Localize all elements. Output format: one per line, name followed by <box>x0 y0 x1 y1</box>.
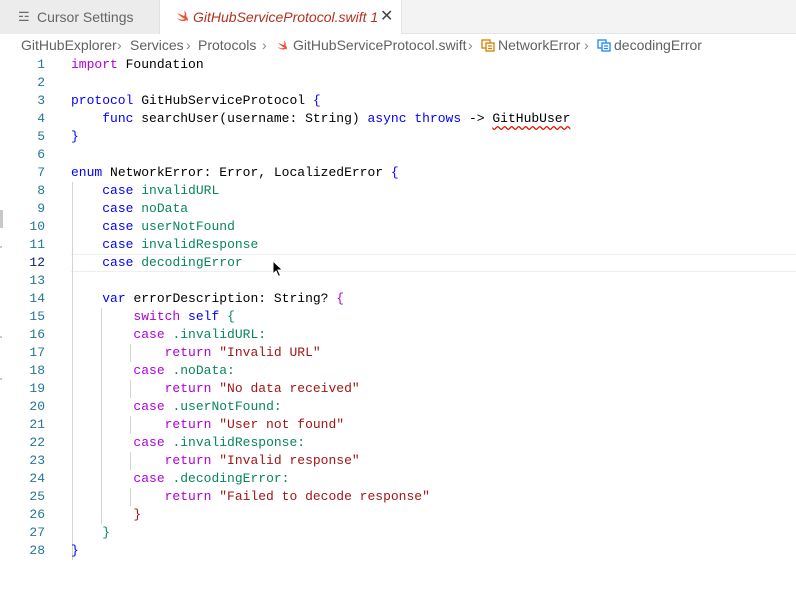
close-icon[interactable]: ✕ <box>380 0 393 34</box>
code-line: 5} <box>0 128 796 146</box>
swift-icon <box>177 11 188 22</box>
breadcrumb-item-githubexplorer[interactable]: GitHubExplorer <box>21 34 117 56</box>
code-line-current: 12 case decodingError <box>0 254 796 272</box>
code-line: 14 var errorDescription: String? { <box>0 290 796 308</box>
line-number: 15 <box>29 309 45 324</box>
breadcrumb-item-services[interactable]: Services <box>130 34 184 56</box>
line-number: 25 <box>29 489 45 504</box>
code-line: 4 func searchUser(username: String) asyn… <box>0 110 796 128</box>
line-number: 19 <box>29 381 45 396</box>
code-line: 2 <box>0 74 796 92</box>
code-line: 28} <box>0 542 796 560</box>
swift-icon <box>277 40 288 51</box>
line-number: 11 <box>29 237 45 252</box>
line-number: 22 <box>29 435 45 450</box>
code-line: 21 return "User not found" <box>0 416 796 434</box>
line-number: 23 <box>29 453 45 468</box>
mouse-pointer-icon <box>272 260 284 278</box>
line-number: 9 <box>37 201 45 216</box>
breadcrumb: GitHubExplorer › Services › Protocols › … <box>0 34 796 56</box>
code-line: 6 <box>0 146 796 164</box>
code-line: 20 case .userNotFound: <box>0 398 796 416</box>
line-number: 28 <box>29 543 45 558</box>
tab-label: GitHubServiceProtocol.swift <box>193 9 367 25</box>
breadcrumb-separator: › <box>117 37 122 53</box>
code-line: 19 return "No data received" <box>0 380 796 398</box>
code-line: 13 <box>0 272 796 290</box>
tab-github-service-protocol[interactable]: GitHubServiceProtocol.swift 1 ✕ <box>160 0 402 34</box>
code-line: 27 } <box>0 524 796 542</box>
breadcrumb-separator: › <box>262 37 267 53</box>
code-line: 24 case .decodingError: <box>0 470 796 488</box>
code-line: 10 case userNotFound <box>0 218 796 236</box>
breadcrumb-item-networkerror[interactable]: NetworkError <box>498 34 580 56</box>
line-number: 17 <box>29 345 45 360</box>
line-number: 1 <box>37 57 45 72</box>
code-editor[interactable]: 1 import Foundation 2 3 protocol GitHubSer… <box>0 56 796 616</box>
line-number: 8 <box>37 183 45 198</box>
line-number: 2 <box>37 75 45 90</box>
line-number: 27 <box>29 525 45 540</box>
breadcrumb-separator: › <box>186 37 191 53</box>
line-number: 4 <box>37 111 45 126</box>
breadcrumb-item-protocols[interactable]: Protocols <box>198 34 256 56</box>
code-line: 18 case .noData: <box>0 362 796 380</box>
code-line: 16 case .invalidURL: <box>0 326 796 344</box>
line-number: 21 <box>29 417 45 432</box>
line-number: 6 <box>37 147 45 162</box>
tab-bar: ☲ Cursor Settings GitHubServiceProtocol.… <box>0 0 796 34</box>
code-line: 11 case invalidResponse <box>0 236 796 254</box>
code-line: 3 protocol GitHubServiceProtocol { <box>0 92 796 110</box>
breadcrumb-item-file[interactable]: GitHubServiceProtocol.swift <box>293 34 467 56</box>
code-line: 1 import Foundation <box>0 56 796 74</box>
breadcrumb-separator: › <box>468 37 473 53</box>
line-number: 14 <box>29 291 45 306</box>
code-line: 23 return "Invalid response" <box>0 452 796 470</box>
code-line: 8 case invalidURL <box>0 182 796 200</box>
line-number: 24 <box>29 471 45 486</box>
problem-count-badge: 1 <box>370 9 379 25</box>
line-number: 10 <box>29 219 45 234</box>
line-number: 16 <box>29 327 45 342</box>
code-line: 7 enum NetworkError: Error, LocalizedErro… <box>0 164 796 182</box>
settings-sliders-icon: ☲ <box>18 9 30 24</box>
tab-cursor-settings[interactable]: ☲ Cursor Settings <box>0 0 160 34</box>
code-line: 9 case noData <box>0 200 796 218</box>
code-line: 22 case .invalidResponse: <box>0 434 796 452</box>
breadcrumb-item-decodingerror[interactable]: decodingError <box>614 34 702 56</box>
line-number: 7 <box>37 165 45 180</box>
line-number: 26 <box>29 507 45 522</box>
line-number: 12 <box>29 255 45 270</box>
code-line: 25 return "Failed to decode response" <box>0 488 796 506</box>
line-number: 13 <box>29 273 45 288</box>
breadcrumb-separator: › <box>584 37 589 53</box>
enum-member-icon <box>597 39 611 52</box>
code-line: 17 return "Invalid URL" <box>0 344 796 362</box>
tab-label: Cursor Settings <box>37 9 134 25</box>
code-line: 26 } <box>0 506 796 524</box>
line-number: 20 <box>29 399 45 414</box>
line-number: 3 <box>37 93 45 108</box>
line-number: 5 <box>37 129 45 144</box>
error-squiggle[interactable]: GitHubUser <box>492 111 570 126</box>
code-line: 15 switch self { <box>0 308 796 326</box>
enum-icon <box>481 39 495 52</box>
line-number: 18 <box>29 363 45 378</box>
